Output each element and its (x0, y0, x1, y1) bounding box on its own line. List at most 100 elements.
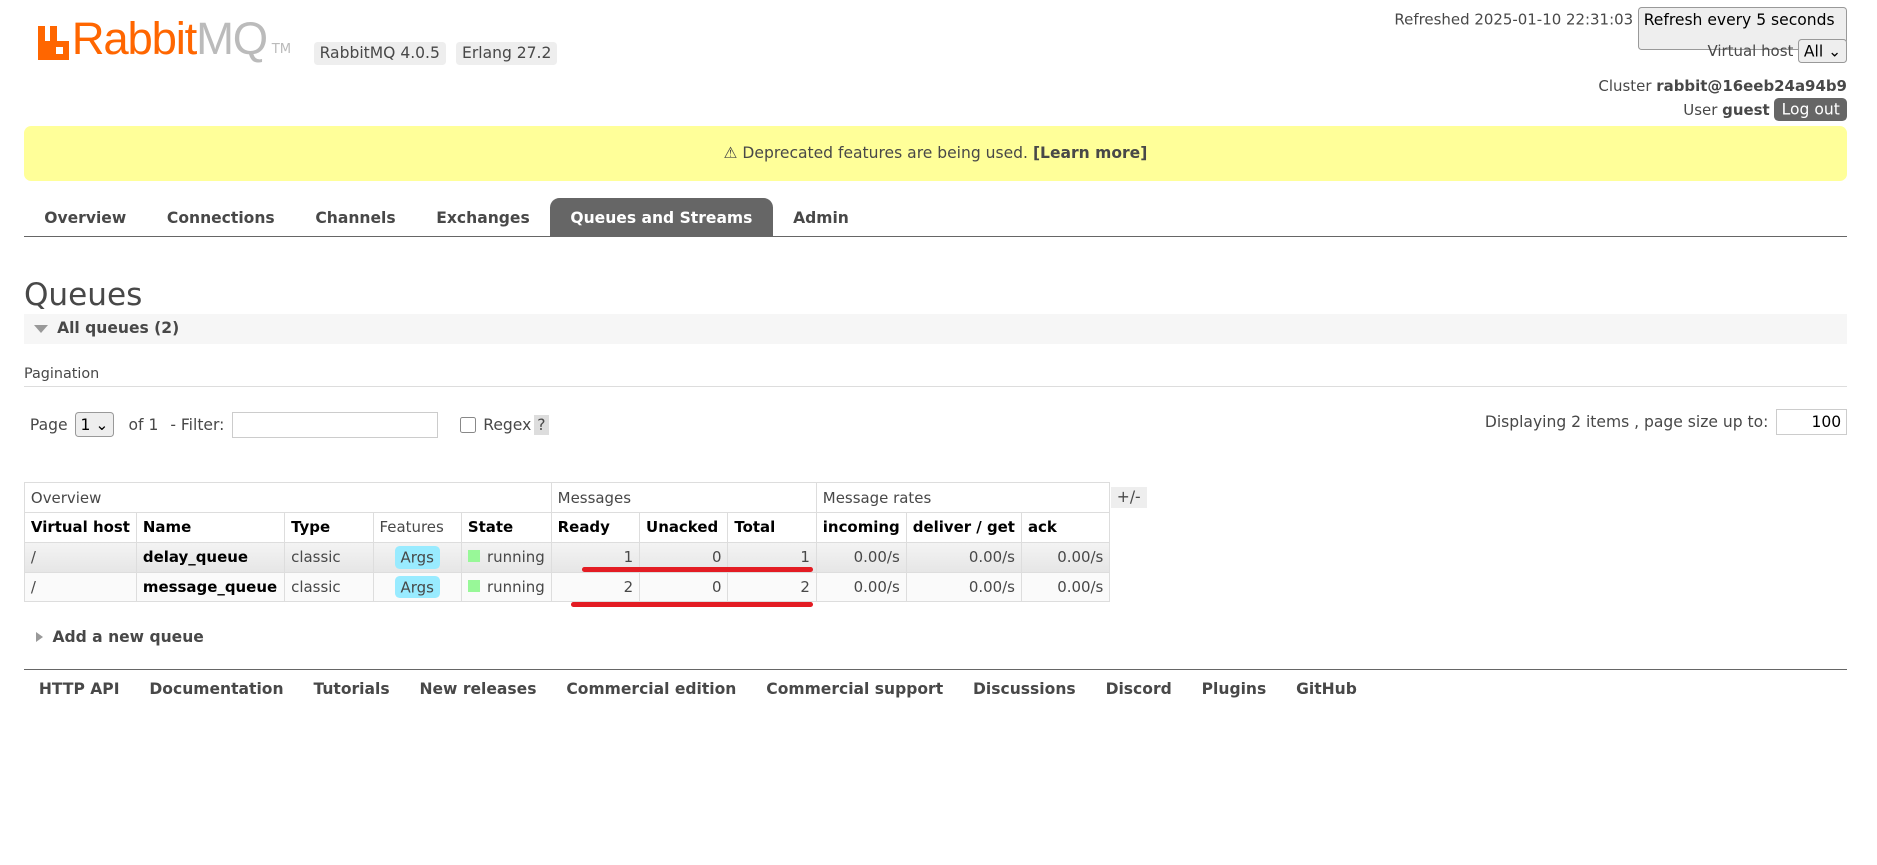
refreshed-label: Refreshed 2025-01-10 22:31:03 (1394, 10, 1634, 29)
cell-state: running (487, 577, 545, 596)
tab-exchanges[interactable]: Exchanges (416, 198, 550, 236)
erlang-badge: Erlang 27.2 (456, 41, 558, 65)
cell-ack: 0.00/s (1020, 571, 1111, 603)
group-messages: Messages (550, 482, 817, 514)
footer-link-documentation[interactable]: Documentation (134, 680, 298, 698)
add-queue-label: Add a new queue (52, 628, 204, 647)
footer-link-tutorials[interactable]: Tutorials (298, 680, 404, 698)
triangle-right-icon (35, 632, 43, 643)
chevron-down-icon: ⌄ (1828, 41, 1842, 60)
state-indicator-icon (467, 579, 480, 592)
add-queue-toggle[interactable]: Add a new queue (24, 628, 204, 646)
filter-label: - Filter: (170, 415, 225, 434)
group-message-rates: Message rates (815, 482, 1111, 514)
args-badge: Args (394, 545, 440, 569)
footer-link-new-releases[interactable]: New releases (405, 680, 552, 698)
col-deliver-get[interactable]: deliver / get (905, 512, 1022, 543)
tab-overview[interactable]: Overview (24, 198, 147, 236)
cell-state: running (487, 548, 545, 567)
rabbitmq-logo[interactable]: RabbitMQ TM (38, 12, 292, 64)
footer-link-commercial-edition[interactable]: Commercial edition (551, 680, 751, 698)
chevron-down-icon: ⌄ (95, 415, 109, 434)
footer-link-http-api[interactable]: HTTP API (24, 680, 135, 698)
group-overview: Overview (23, 482, 552, 514)
col-name[interactable]: Name (135, 512, 286, 543)
cell-unacked: 0 (639, 571, 729, 603)
banner-text: ⚠ Deprecated features are being used. (723, 143, 1033, 162)
col-type[interactable]: Type (284, 512, 374, 543)
cell-deliver: 0.00/s (905, 571, 1022, 603)
annotation-underline (570, 602, 813, 607)
page-label: Page (29, 415, 68, 434)
table-row: / delay_queue classic Args running 1 0 1… (23, 541, 1111, 573)
vhost-select-value: All (1803, 41, 1824, 60)
cell-vhost: / (23, 541, 137, 573)
cell-type: classic (284, 541, 374, 573)
col-features: Features (372, 512, 462, 543)
logo-text: RabbitMQ (71, 12, 268, 64)
rabbit-icon (38, 26, 70, 60)
footer-link-github[interactable]: GitHub (1281, 680, 1372, 698)
regex-checkbox[interactable] (459, 416, 477, 433)
queue-name-link[interactable]: message_queue (135, 571, 286, 603)
col-unacked[interactable]: Unacked (639, 512, 729, 543)
cell-vhost: / (23, 571, 137, 603)
page-of-label: of 1 (128, 415, 159, 434)
col-state[interactable]: State (460, 512, 552, 543)
col-ack[interactable]: ack (1020, 512, 1111, 543)
divider (23, 669, 1847, 670)
page-select-value: 1 (80, 415, 91, 434)
args-badge: Args (394, 575, 440, 599)
pagination-label: Pagination (23, 366, 1847, 387)
cell-ready: 2 (550, 571, 641, 603)
regex-label: Regex (483, 415, 532, 434)
tab-channels[interactable]: Channels (295, 198, 416, 236)
col-ready[interactable]: Ready (550, 512, 641, 543)
main-tabs: Overview Connections Channels Exchanges … (23, 197, 1847, 237)
logout-button[interactable]: Log out (1774, 98, 1847, 121)
column-toggle-button[interactable]: +/- (1110, 487, 1147, 508)
deprecation-banner: ⚠ Deprecated features are being used. [L… (23, 125, 1847, 181)
col-virtual-host[interactable]: Virtual host (23, 512, 137, 543)
footer-link-plugins[interactable]: Plugins (1187, 680, 1281, 698)
table-row: / message_queue classic Args running 2 0… (23, 571, 1111, 603)
refresh-select-value: Refresh every 5 seconds (1643, 10, 1835, 29)
cell-total: 2 (727, 571, 817, 603)
section-title: All queues (2) (57, 318, 180, 337)
cluster-name: rabbit@16eeb24a94b9 (1656, 76, 1847, 95)
tab-connections[interactable]: Connections (147, 198, 295, 236)
regex-help-button[interactable]: ? (533, 414, 550, 435)
footer-links: HTTP API Documentation Tutorials New rel… (24, 680, 1372, 698)
cell-incoming: 0.00/s (815, 571, 907, 603)
footer-link-commercial-support[interactable]: Commercial support (751, 680, 958, 698)
logo-tm: TM (271, 42, 292, 58)
tab-queues-and-streams[interactable]: Queues and Streams (550, 197, 773, 236)
col-total[interactable]: Total (727, 512, 817, 543)
footer-link-discord[interactable]: Discord (1091, 680, 1187, 698)
triangle-down-icon (33, 324, 48, 333)
col-incoming[interactable]: incoming (815, 512, 907, 543)
user-name: guest (1722, 100, 1770, 119)
filter-input[interactable] (231, 411, 439, 438)
vhost-select[interactable]: All ⌄ (1798, 38, 1847, 64)
displaying-label: Displaying 2 items , page size up to: (1484, 413, 1769, 432)
cluster-label: Cluster (1598, 76, 1652, 95)
cell-ack: 0.00/s (1020, 541, 1111, 573)
annotation-underline (581, 567, 813, 573)
tab-admin[interactable]: Admin (773, 198, 869, 236)
all-queues-toggle[interactable]: All queues (2) (23, 313, 1847, 344)
page-select[interactable]: 1 ⌄ (74, 412, 115, 438)
vhost-label: Virtual host (1707, 41, 1794, 60)
cell-incoming: 0.00/s (815, 541, 907, 573)
page-size-input[interactable] (1775, 409, 1847, 436)
queues-table: Overview Messages Message rates Virtual … (23, 482, 1111, 603)
cell-deliver: 0.00/s (905, 541, 1022, 573)
state-indicator-icon (467, 550, 480, 563)
footer-link-discussions[interactable]: Discussions (958, 680, 1091, 698)
queue-name-link[interactable]: delay_queue (135, 541, 286, 573)
learn-more-link[interactable]: [Learn more] (1033, 144, 1147, 162)
page-title: Queues (23, 276, 143, 313)
version-badge: RabbitMQ 4.0.5 (313, 41, 446, 65)
cell-type: classic (284, 571, 374, 603)
user-label: User (1683, 100, 1718, 119)
